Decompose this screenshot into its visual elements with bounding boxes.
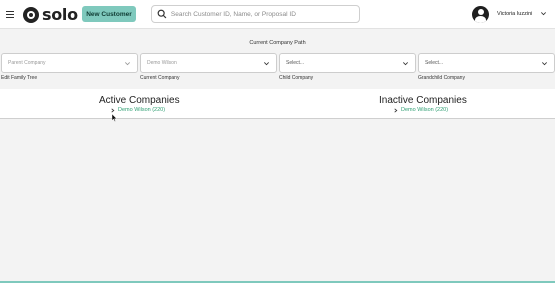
chevron-right-icon	[394, 108, 398, 112]
grandchild-company-label: Grandchild Company	[418, 75, 465, 81]
inactive-companies-title: Inactive Companies	[379, 95, 467, 106]
active-company-item[interactable]: Demo Wilson (220)	[110, 107, 165, 113]
user-name[interactable]: Victoria Iuzzini	[497, 11, 532, 17]
parent-company-select[interactable]: Parent Company	[1, 53, 138, 73]
logo[interactable]: solo	[23, 5, 78, 24]
top-bar: solo New Customer Victoria Iuzzini	[0, 0, 555, 29]
mouse-cursor-icon	[112, 114, 117, 122]
search-icon	[157, 9, 167, 19]
search-input[interactable]	[170, 10, 359, 18]
chevron-down-icon	[264, 62, 269, 66]
child-company-value: Select...	[286, 60, 305, 66]
company-path-title: Current Company Path	[249, 40, 306, 46]
active-companies-title: Active Companies	[99, 95, 180, 106]
menu-icon[interactable]	[6, 11, 14, 19]
current-company-value: Demo Wilson	[147, 60, 177, 66]
child-company-label: Child Company	[279, 75, 314, 81]
new-customer-button[interactable]: New Customer	[82, 6, 136, 22]
inactive-company-item[interactable]: Demo Wilson (220)	[393, 107, 448, 113]
edit-family-tree-link[interactable]: Edit Family Tree	[1, 75, 37, 81]
current-company-select[interactable]: Demo Wilson	[140, 53, 277, 73]
companies-panel: Active Companies Demo Wilson (220) Inact…	[0, 89, 555, 119]
grandchild-company-select[interactable]: Select...	[418, 53, 555, 73]
avatar[interactable]	[472, 6, 489, 23]
inactive-company-label[interactable]: Demo Wilson (220)	[401, 107, 448, 113]
chevron-right-icon	[111, 108, 115, 112]
logo-mark-icon	[23, 6, 39, 23]
parent-company-value: Parent Company	[8, 60, 46, 66]
active-company-label[interactable]: Demo Wilson (220)	[118, 107, 165, 113]
chevron-down-icon	[542, 62, 547, 66]
search-bar[interactable]	[151, 5, 360, 23]
chevron-down-icon	[125, 62, 130, 66]
current-company-label: Current Company	[140, 75, 180, 81]
grandchild-company-value: Select...	[425, 60, 444, 66]
chevron-down-icon	[403, 62, 408, 66]
chevron-down-icon[interactable]	[540, 10, 547, 17]
logo-text: solo	[42, 5, 78, 24]
child-company-select[interactable]: Select...	[279, 53, 416, 73]
